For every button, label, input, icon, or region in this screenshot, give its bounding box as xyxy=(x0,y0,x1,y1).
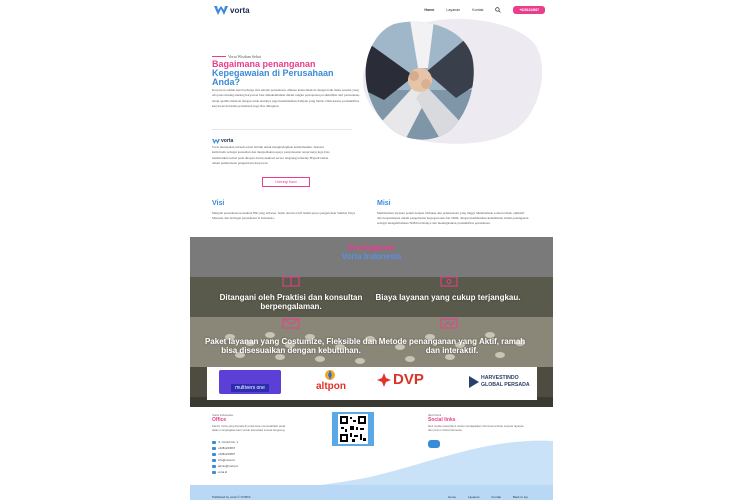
advantage-item-2: Biaya layanan yang cukup terjangkau. xyxy=(375,293,521,302)
brand-name: vorta xyxy=(230,5,250,15)
contact-phone-2[interactable]: +6281234567 xyxy=(212,452,235,456)
nav-menu: Home Layanan Kontak +6281234567 xyxy=(424,6,545,14)
advantages-title: Keunggulan Vorta Indonesia xyxy=(190,243,553,261)
nav-home[interactable]: Home xyxy=(424,8,434,12)
mail-icon xyxy=(212,458,216,462)
partner-dvp: DVP xyxy=(377,369,449,397)
qr-code xyxy=(332,412,374,446)
footer-link-layanan[interactable]: Layanan xyxy=(468,495,480,499)
globe-icon xyxy=(212,470,216,474)
social-text: Ikuti media sosial kami untuk mendapatka… xyxy=(428,424,524,432)
location-icon xyxy=(212,440,216,444)
advantages-title-line2: Vorta Indonesia xyxy=(341,252,402,261)
vorta-logo-icon xyxy=(214,5,228,15)
footer-link-back-to-top[interactable]: Back to top xyxy=(513,495,528,499)
about-logo-text: vorta xyxy=(221,138,234,144)
partner-logos: multivers one altpon DVP HARVESTINDO GLO… xyxy=(207,367,537,400)
hero-title: Bagaimana penanganan Kepegawaian di Peru… xyxy=(212,60,362,87)
visi-heading: Visi xyxy=(212,200,225,207)
visi-text: Menjadi perusahaan konsultan HR yang ter… xyxy=(212,211,356,220)
dvp-logo-icon xyxy=(377,373,391,387)
contact-phone-1[interactable]: +6281234567 xyxy=(212,446,235,450)
landing-page: vorta Home Layanan Kontak +6281234567 Vo… xyxy=(190,0,553,500)
vorta-logo-icon xyxy=(212,138,220,144)
partner-multivers-one: multivers one xyxy=(219,370,281,394)
whatsapp-icon xyxy=(212,452,216,456)
advantages-header: Keunggulan Vorta Indonesia xyxy=(190,237,553,277)
contact-email-1[interactable]: info@vorta.id xyxy=(212,458,235,462)
hero-paragraph: Karyawan adalah Aset berharga dari sebua… xyxy=(212,88,360,108)
contact-us-button[interactable]: Hubungi Kami xyxy=(262,177,310,187)
altpon-logo-icon xyxy=(325,370,335,380)
contact-website[interactable]: vorta.id xyxy=(212,470,227,474)
social-title: Social links xyxy=(428,417,456,423)
hero-teamwork-photo xyxy=(365,21,474,140)
consultant-icon xyxy=(282,276,300,287)
method-icon xyxy=(440,318,458,329)
nav-kontak[interactable]: Kontak xyxy=(472,8,483,12)
about-logo: vorta xyxy=(212,138,233,144)
advantage-item-4: Metode penanganan yang Aktif, ramah dan … xyxy=(378,337,526,355)
copyright-text: Published by vorta © VORTA xyxy=(212,495,251,499)
contact-email-2[interactable]: admin@vorta.id xyxy=(212,464,238,468)
section-divider xyxy=(212,129,352,130)
partner-harvestindo: HARVESTINDO GLOBAL PERSADA xyxy=(469,371,537,397)
package-icon xyxy=(282,318,300,329)
hero-title-line2: Kepegawaian di Perusahaan Anda? xyxy=(212,68,334,87)
social-link-button[interactable] xyxy=(428,440,440,448)
qr-code-icon xyxy=(338,414,368,444)
misi-text: Memberikan layanan penuh dengan tindakan… xyxy=(377,211,529,225)
phone-cta-button[interactable]: +6281234567 xyxy=(513,6,545,14)
contact-address[interactable]: Jl. Contoh No. 1 xyxy=(212,440,238,444)
nav-layanan[interactable]: Layanan xyxy=(446,8,460,12)
brand-logo[interactable]: vorta xyxy=(214,5,250,15)
advantage-item-3: Paket layanan yang Costumize, Fleksible … xyxy=(204,337,378,355)
footer-link-kontak[interactable]: Kontak xyxy=(492,495,501,499)
office-title: Office xyxy=(212,417,227,423)
footer-links: Home Layanan Kontak Back to top xyxy=(448,495,528,499)
phone-icon xyxy=(212,446,216,450)
partner-altpon: altpon xyxy=(303,369,359,397)
advantages-title-line1: Keunggulan xyxy=(348,243,395,252)
misi-heading: Misi xyxy=(377,200,391,207)
search-icon[interactable] xyxy=(495,7,502,13)
about-paragraph: Vorta merupakan sebuah solusi terbaik un… xyxy=(212,145,330,165)
tagline-divider xyxy=(212,56,226,57)
price-icon xyxy=(440,276,458,287)
office-text: Kantor Vorta yang berada di pusat kota m… xyxy=(212,424,286,432)
advantage-item-1: Ditangani oleh Praktisi dan konsultan be… xyxy=(219,293,363,311)
harvestindo-logo-icon xyxy=(469,376,479,388)
footer-link-home[interactable]: Home xyxy=(448,495,456,499)
mail-icon xyxy=(212,464,216,468)
